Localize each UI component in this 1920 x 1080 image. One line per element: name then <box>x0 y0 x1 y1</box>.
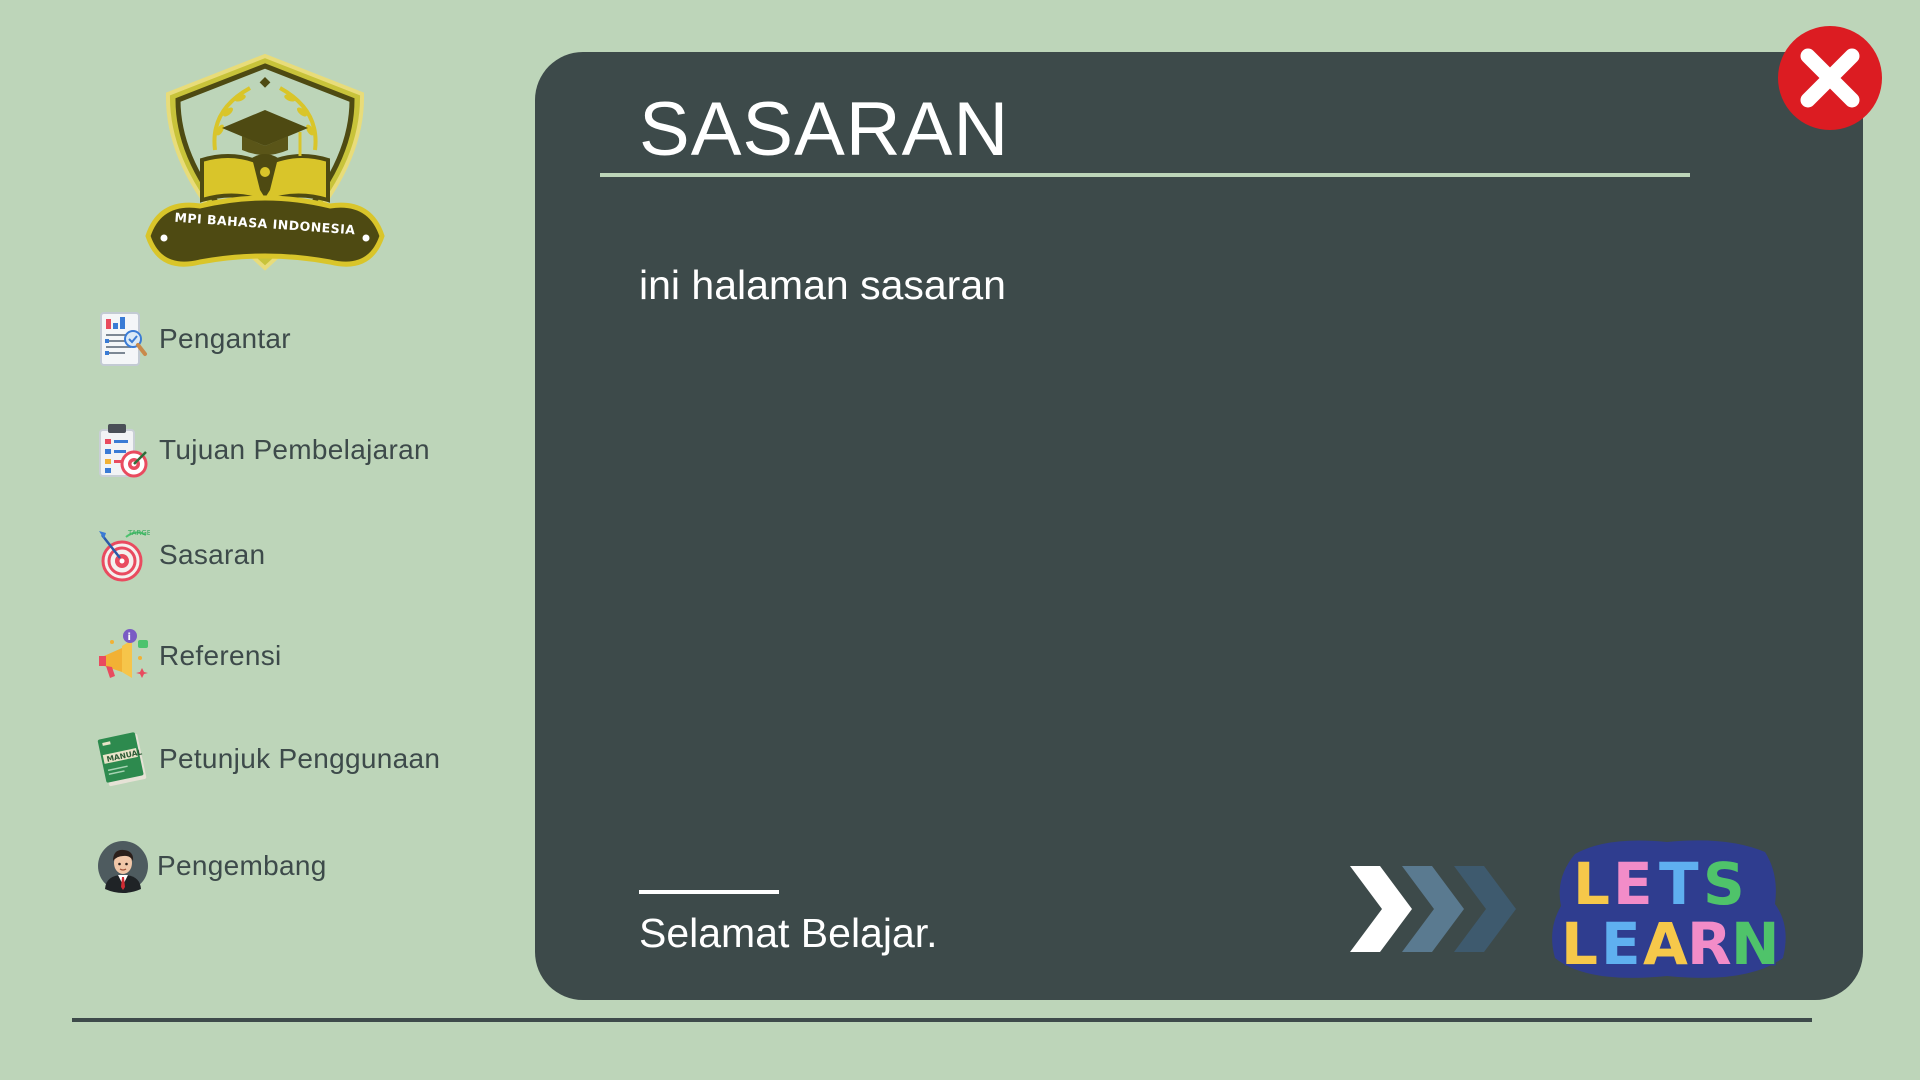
target-dart-icon: TARGET <box>95 525 151 585</box>
nav-item-referensi[interactable]: i Referensi <box>95 626 282 686</box>
next-chevrons-icon[interactable] <box>1350 864 1520 954</box>
sticker-letter-n: N <box>1731 910 1780 978</box>
sticker-letter-s: S <box>1703 850 1745 918</box>
bottom-divider <box>72 1018 1812 1022</box>
lets-learn-sticker: L E T S L E A R N <box>1547 834 1792 984</box>
sidebar-nav: Pengantar Tujuan Pembelajaran TARGE Sasa… <box>95 305 515 905</box>
developer-avatar-icon <box>95 836 151 896</box>
svg-text:TARGET: TARGET <box>127 529 150 537</box>
content-panel: SASARAN ini halaman sasaran Selamat Bela… <box>535 52 1863 1000</box>
sticker-letter-e: E <box>1613 850 1653 918</box>
goal-checklist-icon <box>95 420 151 480</box>
sticker-letter-r: R <box>1687 910 1732 978</box>
report-document-icon <box>95 309 151 369</box>
nav-label-sasaran: Sasaran <box>159 539 266 570</box>
nav-item-tujuan-pembelajaran[interactable]: Tujuan Pembelajaran <box>95 420 430 480</box>
svg-text:◆: ◆ <box>260 74 271 90</box>
nav-item-petunjuk-penggunaan[interactable]: MANUAL Petunjuk Penggunaan <box>95 729 440 789</box>
megaphone-info-icon: i <box>95 626 151 686</box>
nav-label-petunjuk-penggunaan: Petunjuk Penggunaan <box>159 743 441 774</box>
nav-label-tujuan-pembelajaran: Tujuan Pembelajaran <box>159 434 430 465</box>
nav-item-pengantar[interactable]: Pengantar <box>95 309 291 369</box>
page-title: SASARAN <box>639 87 1010 172</box>
nav-label-pengembang: Pengembang <box>157 850 327 881</box>
close-button[interactable] <box>1778 26 1882 130</box>
title-divider <box>600 173 1690 177</box>
manual-book-icon: MANUAL <box>95 729 151 789</box>
svg-text:i: i <box>128 632 131 643</box>
mpi-logo: ◆ MPI BAHASA INDONESIA <box>140 50 390 280</box>
footer-text: Selamat Belajar. <box>639 910 938 956</box>
sticker-letter-t: T <box>1659 850 1699 918</box>
sticker-letter-l: L <box>1573 850 1610 918</box>
nav-item-sasaran[interactable]: TARGET Sasaran <box>95 525 265 585</box>
footer-divider <box>639 890 779 894</box>
nav-item-pengembang[interactable]: Pengembang <box>95 836 327 896</box>
sticker-letter-a: A <box>1643 910 1688 978</box>
sticker-letter-e2: E <box>1601 910 1641 978</box>
close-x-icon <box>1800 48 1860 108</box>
nav-label-pengantar: Pengantar <box>159 323 291 354</box>
sticker-letter-l2: L <box>1561 910 1598 978</box>
nav-label-referensi: Referensi <box>159 640 282 671</box>
page-body-text: ini halaman sasaran <box>639 262 1006 308</box>
